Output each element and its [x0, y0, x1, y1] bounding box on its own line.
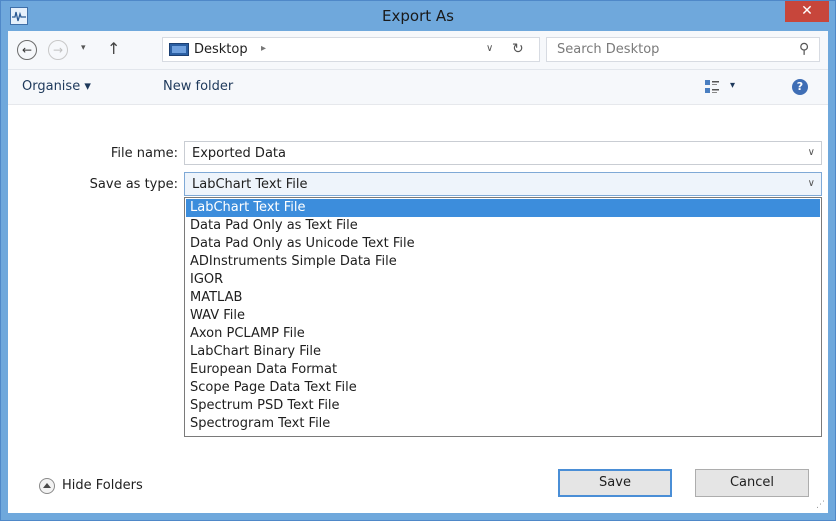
desktop-folder-icon — [169, 43, 189, 56]
save-as-type-dropdown-list: LabChart Text File Data Pad Only as Text … — [184, 197, 822, 437]
search-input[interactable]: Search Desktop ⚲ — [546, 37, 820, 62]
type-option[interactable]: LabChart Text File — [186, 199, 820, 217]
type-option[interactable]: Spectrum PSD Text File — [186, 397, 820, 415]
type-option[interactable]: WAV File — [186, 307, 820, 325]
type-option[interactable]: LabChart Binary File — [186, 343, 820, 361]
address-bar: ← → ▾ ↑ Desktop ▸ ∨ ↻ Search Desktop ⚲ — [8, 31, 828, 70]
hide-folders-label[interactable]: Hide Folders — [62, 478, 143, 493]
type-option[interactable]: Spectrogram Text File — [186, 415, 820, 433]
up-arrow-icon[interactable]: ↑ — [107, 39, 120, 58]
close-button[interactable]: ✕ — [785, 1, 829, 22]
title-bar[interactable]: Export As ✕ — [1, 1, 835, 31]
export-as-dialog: Export As ✕ ← → ▾ ↑ Desktop ▸ ∨ ↻ Search… — [0, 0, 836, 521]
cancel-button[interactable]: Cancel — [695, 469, 809, 497]
type-option[interactable]: IGOR — [186, 271, 820, 289]
path-box[interactable]: Desktop ▸ ∨ ↻ — [162, 37, 540, 62]
command-toolbar: Organise ▾ New folder ▾ ? — [8, 70, 828, 105]
file-name-label: File name: — [110, 146, 178, 161]
type-option[interactable]: MATLAB — [186, 289, 820, 307]
save-as-type-chevron-icon[interactable]: ∨ — [808, 178, 815, 189]
type-option[interactable]: Data Pad Only as Text File — [186, 217, 820, 235]
help-icon[interactable]: ? — [792, 79, 808, 95]
file-name-field[interactable]: Exported Data ∨ — [184, 141, 822, 165]
type-option[interactable]: ADInstruments Simple Data File — [186, 253, 820, 271]
resize-grip-icon[interactable]: ⋰ — [816, 500, 825, 510]
save-as-type-select[interactable]: LabChart Text File ∨ — [184, 172, 822, 196]
file-name-chevron-icon[interactable]: ∨ — [808, 147, 815, 158]
organise-menu-button[interactable]: Organise ▾ — [22, 79, 91, 94]
back-button[interactable]: ← — [17, 40, 37, 60]
save-as-type-label: Save as type: — [89, 177, 178, 192]
view-dropdown-icon[interactable]: ▾ — [730, 80, 735, 91]
path-dropdown-icon[interactable]: ∨ — [486, 43, 493, 54]
path-separator-icon[interactable]: ▸ — [261, 43, 266, 54]
save-as-type-value[interactable]: LabChart Text File — [192, 177, 308, 192]
type-option[interactable]: European Data Format — [186, 361, 820, 379]
view-options-icon[interactable] — [705, 80, 719, 94]
recent-locations-chevron-icon[interactable]: ▾ — [81, 43, 86, 53]
path-location[interactable]: Desktop — [194, 42, 248, 57]
window-title: Export As — [382, 7, 454, 25]
refresh-icon[interactable]: ↻ — [512, 41, 524, 57]
collapse-chevron-icon[interactable] — [39, 478, 55, 494]
new-folder-button[interactable]: New folder — [163, 79, 233, 94]
file-name-value[interactable]: Exported Data — [192, 146, 286, 161]
type-option[interactable]: Data Pad Only as Unicode Text File — [186, 235, 820, 253]
type-option[interactable]: Scope Page Data Text File — [186, 379, 820, 397]
search-placeholder: Search Desktop — [557, 42, 660, 57]
save-button[interactable]: Save — [558, 469, 672, 497]
type-option[interactable]: Axon PCLAMP File — [186, 325, 820, 343]
search-icon[interactable]: ⚲ — [799, 41, 809, 57]
forward-button[interactable]: → — [48, 40, 68, 60]
dialog-body: ← → ▾ ↑ Desktop ▸ ∨ ↻ Search Desktop ⚲ O… — [8, 31, 828, 513]
